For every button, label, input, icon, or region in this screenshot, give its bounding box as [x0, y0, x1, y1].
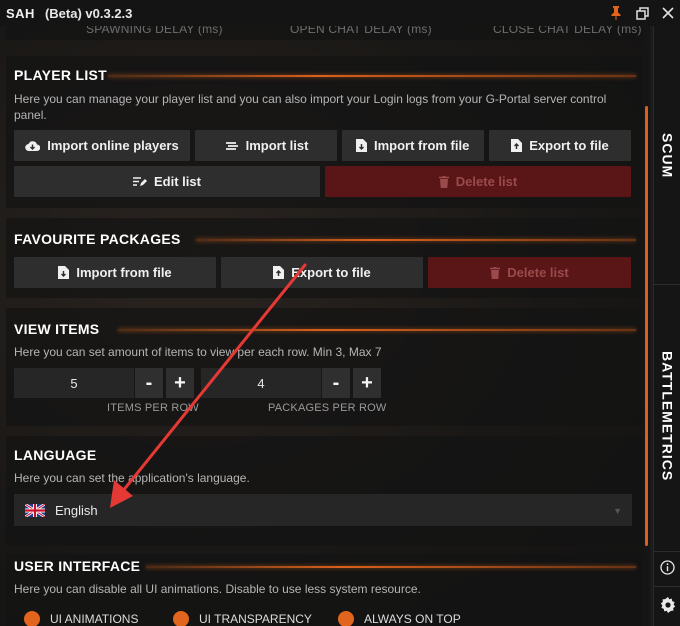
user-interface-description: Here you can disable all UI animations. … — [14, 582, 421, 596]
player-list-title: PLAYER LIST — [14, 67, 108, 83]
close-chat-delay-label: CLOSE CHAT DELAY (ms) — [493, 26, 642, 36]
toggle-indicator — [173, 611, 189, 626]
packages-per-row-input[interactable]: 4 — [201, 368, 321, 398]
button-label: Edit list — [154, 174, 201, 189]
stack-icon — [225, 141, 238, 150]
info-icon[interactable] — [654, 556, 680, 578]
toggle-always-on-top[interactable]: ALWAYS ON TOP — [338, 611, 461, 626]
cloud-download-icon — [25, 140, 41, 151]
button-label: Delete list — [507, 265, 569, 280]
view-items-panel: VIEW ITEMS Here you can set amount of it… — [6, 308, 643, 426]
player-list-panel: PLAYER LIST Here you can manage your pla… — [6, 56, 643, 208]
section-divider — [196, 239, 636, 241]
toggle-label: UI ANIMATIONS — [50, 612, 139, 626]
items-per-row-label: ITEMS PER ROW — [107, 402, 199, 414]
chevron-down-icon: ▼ — [613, 506, 622, 516]
favourite-packages-title: FAVOURITE PACKAGES — [14, 231, 181, 247]
button-label: Export to file — [291, 265, 371, 280]
trash-icon — [490, 266, 501, 279]
button-label: Import from file — [76, 265, 172, 280]
file-import-icon — [356, 139, 367, 152]
favourite-packages-panel: FAVOURITE PACKAGES Import from file Expo… — [6, 218, 643, 298]
language-description: Here you can set the application's langu… — [14, 471, 250, 485]
toggle-indicator — [338, 611, 354, 626]
title-bar: SAH (Beta) v0.3.2.3 — [0, 0, 680, 26]
import-online-players-button[interactable]: Import online players — [14, 130, 190, 161]
window-controls — [608, 0, 676, 26]
packages-per-row-increment[interactable]: + — [353, 368, 381, 398]
items-per-row-input[interactable]: 5 — [14, 368, 134, 398]
packages-delete-list-button[interactable]: Delete list — [428, 257, 631, 288]
delete-list-button[interactable]: Delete list — [325, 166, 631, 197]
user-interface-title: USER INTERFACE — [14, 558, 141, 574]
button-label: Export to file — [529, 138, 609, 153]
rail-divider — [654, 551, 680, 552]
button-label: Import from file — [374, 138, 470, 153]
view-items-title: VIEW ITEMS — [14, 321, 100, 337]
spawning-delay-label: SPAWNING DELAY (ms) — [86, 26, 223, 36]
toggle-ui-animations[interactable]: UI ANIMATIONS — [24, 611, 138, 626]
button-label: Import online players — [47, 138, 179, 153]
language-panel: LANGUAGE Here you can set the applicatio… — [6, 436, 643, 546]
button-label: Delete list — [455, 174, 518, 189]
packages-per-row-label: PACKAGES PER ROW — [268, 402, 387, 414]
view-items-description: Here you can set amount of items to view… — [14, 345, 382, 359]
import-from-file-button[interactable]: Import from file — [342, 130, 484, 161]
packages-import-from-file-button[interactable]: Import from file — [14, 257, 216, 288]
edit-list-icon — [133, 177, 148, 186]
tab-scum[interactable]: SCUM — [654, 126, 680, 186]
packages-export-to-file-button[interactable]: Export to file — [221, 257, 423, 288]
app-logo: SAH — [6, 5, 35, 21]
language-select[interactable]: English ▼ — [14, 494, 632, 526]
tab-battlemetrics[interactable]: BATTLEMETRICS — [654, 346, 680, 486]
tab-label: SCUM — [659, 133, 676, 179]
toggle-label: UI TRANSPARENCY — [199, 612, 312, 626]
edit-list-button[interactable]: Edit list — [14, 166, 320, 197]
button-label: Import list — [245, 138, 309, 153]
gear-icon[interactable] — [654, 594, 680, 616]
packages-per-row-decrement[interactable]: - — [322, 368, 350, 398]
section-divider — [118, 329, 636, 331]
app-title: (Beta) v0.3.2.3 — [44, 5, 133, 21]
file-import-icon — [58, 266, 70, 279]
section-divider — [146, 566, 636, 568]
items-per-row-increment[interactable]: + — [166, 368, 194, 398]
uk-flag-icon — [25, 503, 45, 517]
import-list-button[interactable]: Import list — [195, 130, 337, 161]
toggle-indicator — [24, 611, 40, 626]
scrollbar-thumb[interactable] — [645, 106, 648, 546]
open-chat-delay-label: OPEN CHAT DELAY (ms) — [290, 26, 432, 36]
scrollbar[interactable] — [643, 26, 650, 626]
language-selected-value: English — [55, 502, 98, 518]
trash-icon — [438, 175, 449, 188]
side-rail: SCUM BATTLEMETRICS — [653, 26, 680, 626]
settings-content: SPAWNING DELAY (ms) OPEN CHAT DELAY (ms)… — [0, 26, 650, 626]
restore-icon[interactable] — [634, 5, 650, 21]
delay-panel-remnant: SPAWNING DELAY (ms) OPEN CHAT DELAY (ms)… — [6, 26, 643, 40]
rail-divider — [654, 284, 680, 285]
language-title: LANGUAGE — [14, 447, 97, 463]
pin-icon[interactable] — [608, 5, 624, 21]
rail-divider — [654, 586, 680, 587]
toggle-label: ALWAYS ON TOP — [364, 612, 461, 626]
toggle-ui-transparency[interactable]: UI TRANSPARENCY — [173, 611, 312, 626]
tab-label: BATTLEMETRICS — [659, 350, 676, 482]
close-icon[interactable] — [660, 5, 676, 21]
player-list-description: Here you can manage your player list and… — [14, 92, 607, 122]
export-to-file-button[interactable]: Export to file — [489, 130, 631, 161]
section-divider — [108, 75, 636, 77]
file-export-icon — [273, 266, 285, 279]
file-export-icon — [511, 139, 523, 152]
items-per-row-decrement[interactable]: - — [135, 368, 163, 398]
